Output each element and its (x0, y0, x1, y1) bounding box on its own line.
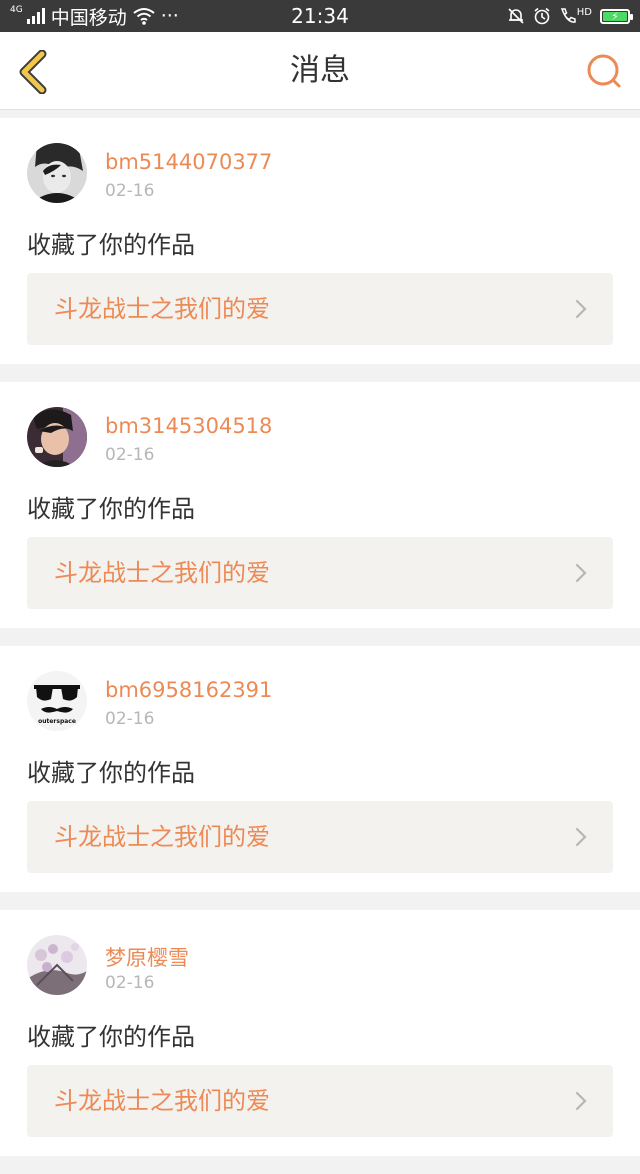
network-type: 4G (10, 5, 23, 15)
timestamp: 02-16 (105, 973, 155, 993)
timestamp: 02-16 (105, 445, 155, 465)
status-right: HD ⚡ (507, 7, 633, 25)
hd-call-icon: HD (559, 7, 592, 25)
action-text: 收藏了你的作品 (27, 495, 195, 523)
avatar[interactable]: outerspace (27, 671, 87, 731)
work-title: 斗龙战士之我们的爱 (54, 1087, 270, 1115)
action-text: 收藏了你的作品 (27, 759, 195, 787)
work-link[interactable]: 斗龙战士之我们的爱 (27, 1065, 613, 1137)
mute-bell-icon (508, 8, 524, 24)
status-time: 21:34 (291, 4, 349, 28)
carrier-name: 中国移动 (50, 6, 127, 29)
status-left: 4G 中国移动 ··· (10, 3, 179, 30)
action-text: 收藏了你的作品 (27, 1023, 195, 1051)
username[interactable]: 梦原樱雪 (105, 942, 189, 972)
wifi-icon (133, 8, 155, 25)
alarm-icon (534, 7, 550, 25)
chevron-right-icon (575, 827, 587, 847)
status-bar: 4G 中国移动 ··· 21:34 HD ⚡ (0, 0, 640, 32)
username[interactable]: bm6958162391 (105, 678, 272, 702)
work-link[interactable]: 斗龙战士之我们的爱 (27, 273, 613, 345)
chevron-right-icon (575, 1091, 587, 1111)
action-text: 收藏了你的作品 (27, 231, 195, 259)
more-status-icon: ··· (160, 5, 179, 27)
work-link[interactable]: 斗龙战士之我们的爱 (27, 801, 613, 873)
notification-list: bm5144070377 02-16 收藏了你的作品 斗龙战士之我们的爱 bm3… (0, 118, 640, 1174)
hd-label: HD (576, 7, 592, 18)
battery-icon: ⚡ (600, 8, 633, 24)
chevron-right-icon (575, 563, 587, 583)
signal-icon (26, 8, 45, 24)
notification-card: 梦原樱雪 02-16 收藏了你的作品 斗龙战士之我们的爱 (0, 910, 640, 1156)
work-title: 斗龙战士之我们的爱 (54, 559, 270, 587)
notification-card: bm5144070377 02-16 收藏了你的作品 斗龙战士之我们的爱 (0, 118, 640, 364)
work-title: 斗龙战士之我们的爱 (54, 295, 270, 323)
chevron-right-icon (575, 299, 587, 319)
username[interactable]: bm5144070377 (105, 150, 272, 174)
avatar[interactable] (27, 935, 87, 995)
username[interactable]: bm3145304518 (105, 414, 272, 438)
avatar-caption: outerspace (38, 718, 76, 725)
work-link[interactable]: 斗龙战士之我们的爱 (27, 537, 613, 609)
notification-card: bm3145304518 02-16 收藏了你的作品 斗龙战士之我们的爱 (0, 382, 640, 628)
search-icon (587, 54, 621, 88)
timestamp: 02-16 (105, 709, 155, 729)
work-title: 斗龙战士之我们的爱 (54, 823, 270, 851)
avatar[interactable] (27, 143, 87, 203)
timestamp: 02-16 (105, 181, 155, 201)
page-title: 消息 (290, 53, 350, 88)
search-button[interactable] (584, 52, 624, 92)
notification-card: outerspace bm6958162391 02-16 收藏了你的作品 斗龙… (0, 646, 640, 892)
avatar[interactable] (27, 407, 87, 467)
nav-header: 消息 (0, 32, 640, 110)
